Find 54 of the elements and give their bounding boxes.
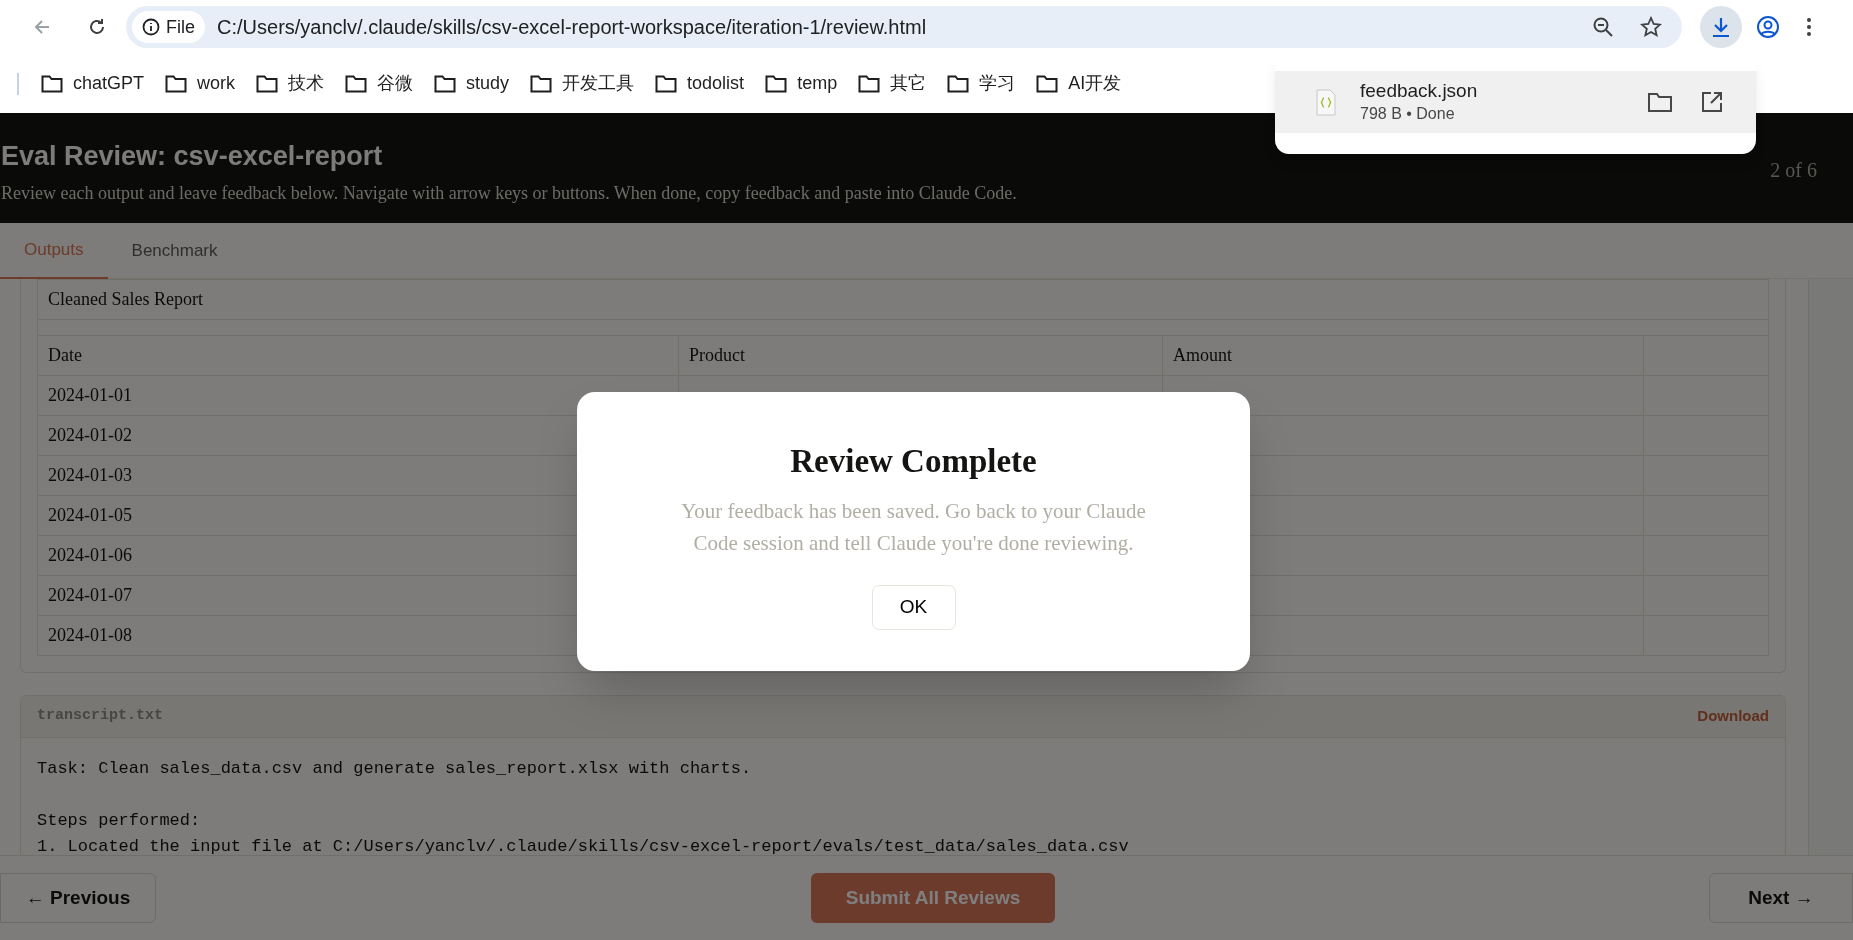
info-icon [142,18,160,36]
transcript-line: Steps performed: [37,810,202,832]
folder-icon [434,74,457,93]
scheme-label: File [166,15,195,39]
bookmark[interactable]: study [434,70,510,97]
column-header: Amount [1162,335,1644,376]
bookmark[interactable]: AI开发 [1036,70,1122,97]
folder-icon [345,74,368,93]
column-header: Date [37,335,679,376]
bookmark[interactable]: work [165,70,236,97]
bookmark[interactable]: 技术 [256,70,325,97]
download-status: 798 B • Done [1360,104,1456,124]
folder-icon [530,74,553,93]
table-caption: Cleaned Sales Report [37,279,1769,320]
ok-button[interactable]: OK [871,584,956,630]
open-external-icon[interactable] [1701,91,1723,113]
next-button[interactable]: Next → [1709,873,1853,923]
folder-icon [858,74,881,93]
review-counter: 2 of 6 [1770,158,1817,183]
transcript-line: Task: Clean sales_data.csv and generate sales_report.xlsx with charts. [37,758,753,780]
folder-icon [655,74,678,93]
bookmark[interactable]: temp [765,70,838,97]
folder-icon[interactable] [1647,91,1673,113]
profile-icon[interactable] [1756,15,1780,39]
bookmark[interactable]: 学习 [947,70,1016,97]
folder-icon [765,74,788,93]
download-item[interactable]: feedback.json 798 B • Done [1275,71,1756,133]
transcript-line: 1. Located the input file at C:/Users/yanclv/.claude/skills/csv-excel-report/evals/test_data/sales_data.csv [37,836,1130,855]
column-header: Product [678,335,1163,376]
downloads-button[interactable] [1700,6,1742,48]
previous-button[interactable]: ← Previous [0,873,156,923]
reload-icon[interactable] [87,17,107,37]
modal-message: Your feedback has been saved. Go back to your Claude Code session and tell Claude you're done reviewing. [680,497,1147,557]
bookmark[interactable]: 开发工具 [530,70,635,97]
download-filename: feedback.json [1360,79,1478,103]
json-file-icon [1316,88,1336,116]
folder-icon [1036,74,1059,93]
folder-icon [256,74,279,93]
folder-icon [41,74,63,93]
folder-icon [165,74,188,93]
address-bar[interactable]: File C:/Users/yanclv/.claude/skills/csv-excel-report-workspace/iteration-1/review.html [126,6,1682,48]
modal-title: Review Complete [790,442,1037,481]
page-title: Eval Review: csv-excel-report [1,140,384,173]
bookmark[interactable]: 其它 [858,70,927,97]
folder-icon [947,74,970,93]
bookmark[interactable]: 谷微 [345,70,414,97]
url-text: C:/Users/yanclv/.claude/skills/csv-excel-report-workspace/iteration-1/review.html [217,15,927,40]
zoom-icon[interactable] [1592,16,1614,38]
star-icon[interactable] [1640,16,1662,38]
bookmark[interactable]: todolist [655,70,745,97]
menu-icon[interactable] [1806,17,1812,37]
site-info-chip[interactable]: File [132,11,205,43]
page-subtitle: Review each output and leave feedback below. Navigate with arrow keys or buttons. When done, copy feedback and paste into Claude Code. [1,182,1017,205]
bookmark[interactable]: chatGPT [41,70,145,97]
